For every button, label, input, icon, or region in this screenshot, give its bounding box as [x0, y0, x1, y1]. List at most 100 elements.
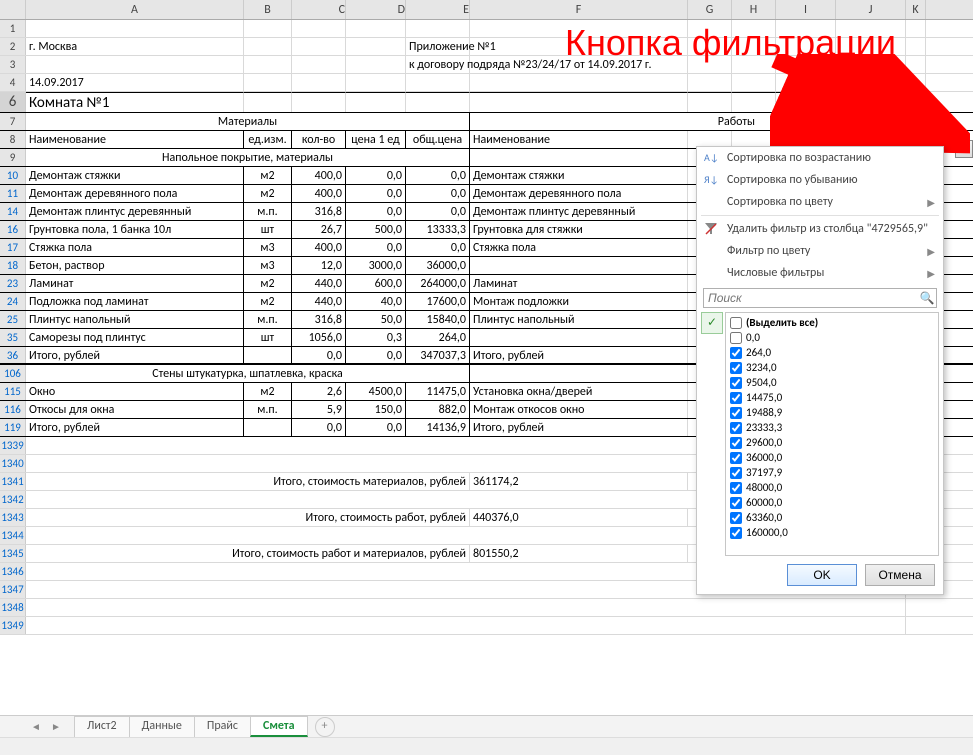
- cell[interactable]: 0,0: [346, 203, 406, 220]
- row-header[interactable]: 1349: [0, 617, 26, 634]
- col-name-header[interactable]: Наименование: [26, 131, 244, 148]
- col-header-D[interactable]: D: [346, 0, 406, 19]
- cell[interactable]: 0,3: [346, 329, 406, 346]
- row-header[interactable]: 1: [0, 20, 26, 37]
- tab-nav-next-icon[interactable]: ►: [46, 718, 66, 736]
- col-header-G[interactable]: G: [688, 0, 732, 19]
- cell[interactable]: м2: [244, 275, 292, 292]
- filter-value-checkbox[interactable]: [730, 527, 742, 539]
- filter-value-item[interactable]: 264,0: [728, 345, 936, 360]
- row-header[interactable]: 1343: [0, 509, 26, 526]
- col-header-A[interactable]: A: [26, 0, 244, 19]
- row-header[interactable]: 23: [0, 275, 26, 292]
- total-work-label[interactable]: Итого, стоимость работ, рублей: [26, 509, 470, 526]
- cell[interactable]: [26, 20, 244, 37]
- cell[interactable]: 400,0: [292, 239, 346, 256]
- cell[interactable]: Демонтаж плинтус деревянный: [26, 203, 244, 220]
- row-header[interactable]: 115: [0, 383, 26, 400]
- cell[interactable]: Ламинат: [470, 275, 688, 292]
- cell[interactable]: 4500,0: [346, 383, 406, 400]
- cell[interactable]: 347037,3: [406, 347, 470, 363]
- cell[interactable]: 264000,0: [406, 275, 470, 292]
- cell[interactable]: Итого, рублей: [470, 347, 688, 363]
- cell[interactable]: шт: [244, 221, 292, 238]
- cell[interactable]: 600,0: [346, 275, 406, 292]
- sort-color-item[interactable]: Сортировка по цвету ▶: [697, 191, 943, 213]
- cell[interactable]: Стяжка пола: [26, 239, 244, 256]
- cell[interactable]: Откосы для окна: [26, 401, 244, 418]
- row-header[interactable]: 1344: [0, 527, 26, 544]
- cell[interactable]: 400,0: [292, 185, 346, 202]
- filter-value-checkbox[interactable]: [730, 467, 742, 479]
- filter-value-item[interactable]: 48000,0: [728, 480, 936, 495]
- sheet-tab[interactable]: Лист2: [74, 716, 130, 737]
- row-header[interactable]: 6: [0, 92, 26, 112]
- cell[interactable]: Итого, рублей: [26, 347, 244, 363]
- cell[interactable]: 17600,0: [406, 293, 470, 310]
- row-header[interactable]: 8: [0, 131, 26, 148]
- section-walls[interactable]: Стены штукатурка, шпатлевка, краска: [26, 365, 470, 382]
- filter-value-item[interactable]: 29600,0: [728, 435, 936, 450]
- cell[interactable]: 440,0: [292, 293, 346, 310]
- cell-city[interactable]: г. Москва: [26, 38, 244, 55]
- filter-value-item[interactable]: (Выделить все): [728, 315, 936, 330]
- total-mat-label[interactable]: Итого, стоимость материалов, рублей: [26, 473, 470, 490]
- row-header[interactable]: 24: [0, 293, 26, 310]
- cell[interactable]: Итого, рублей: [26, 419, 244, 436]
- sheet-tab[interactable]: Прайс: [194, 716, 251, 737]
- filter-value-item[interactable]: 19488,9: [728, 405, 936, 420]
- cell[interactable]: 0,0: [346, 239, 406, 256]
- filter-value-item[interactable]: 14475,0: [728, 390, 936, 405]
- total-mat-val[interactable]: 361174,2: [470, 473, 688, 490]
- row-header[interactable]: 7: [0, 113, 26, 130]
- filter-value-checkbox[interactable]: [730, 332, 742, 344]
- cell[interactable]: 150,0: [346, 401, 406, 418]
- sort-asc-item[interactable]: A↓ Сортировка по возрастанию: [697, 147, 943, 169]
- row-header[interactable]: 1347: [0, 581, 26, 598]
- cell[interactable]: м.п.: [244, 203, 292, 220]
- cell-date[interactable]: 14.09.2017: [26, 74, 244, 91]
- cell[interactable]: 36000,0: [406, 257, 470, 274]
- row-header[interactable]: 3: [0, 56, 26, 73]
- cancel-button[interactable]: Отмена: [865, 564, 935, 586]
- filter-value-checkbox[interactable]: [730, 482, 742, 494]
- cell[interactable]: 0,0: [406, 203, 470, 220]
- row-header[interactable]: 14: [0, 203, 26, 220]
- cell[interactable]: м2: [244, 383, 292, 400]
- filter-value-item[interactable]: 60000,0: [728, 495, 936, 510]
- cell[interactable]: 316,8: [292, 311, 346, 328]
- cell[interactable]: м3: [244, 239, 292, 256]
- total-work-val[interactable]: 440376,0: [470, 509, 688, 526]
- cell[interactable]: Ламинат: [26, 275, 244, 292]
- filter-value-checkbox[interactable]: [730, 452, 742, 464]
- cell[interactable]: Монтаж откосов окно: [470, 401, 688, 418]
- clear-filter-item[interactable]: Удалить фильтр из столбца "4729565,9": [697, 218, 943, 240]
- cell[interactable]: 5,9: [292, 401, 346, 418]
- col-qty-header[interactable]: кол-во: [292, 131, 346, 148]
- ok-button[interactable]: OK: [787, 564, 857, 586]
- cell[interactable]: 0,0: [346, 419, 406, 436]
- cell[interactable]: 3000,0: [346, 257, 406, 274]
- cell[interactable]: Грунтовка для стяжки: [470, 221, 688, 238]
- cell[interactable]: м2: [244, 167, 292, 184]
- cell[interactable]: 13333,3: [406, 221, 470, 238]
- tab-nav-prev-icon[interactable]: ◄: [26, 718, 46, 736]
- cell[interactable]: Стяжка пола: [470, 239, 688, 256]
- cell[interactable]: Демонтаж деревянного пола: [470, 185, 688, 202]
- cell[interactable]: Демонтаж плинтус деревянный: [470, 203, 688, 220]
- cell[interactable]: Плинтус напольный: [470, 311, 688, 328]
- filter-search-input[interactable]: [704, 291, 918, 305]
- cell[interactable]: м2: [244, 185, 292, 202]
- row-header[interactable]: 36: [0, 347, 26, 363]
- cell[interactable]: Монтаж подложки: [470, 293, 688, 310]
- cell[interactable]: 0,0: [292, 419, 346, 436]
- cell[interactable]: 882,0: [406, 401, 470, 418]
- cell[interactable]: 2,6: [292, 383, 346, 400]
- row-header[interactable]: 1340: [0, 455, 26, 472]
- cell[interactable]: 0,0: [406, 167, 470, 184]
- col-total-header[interactable]: общ.цена: [406, 131, 470, 148]
- row-header[interactable]: 18: [0, 257, 26, 274]
- horizontal-scrollbar[interactable]: [0, 737, 973, 755]
- cell[interactable]: 0,0: [406, 239, 470, 256]
- cell[interactable]: 11475,0: [406, 383, 470, 400]
